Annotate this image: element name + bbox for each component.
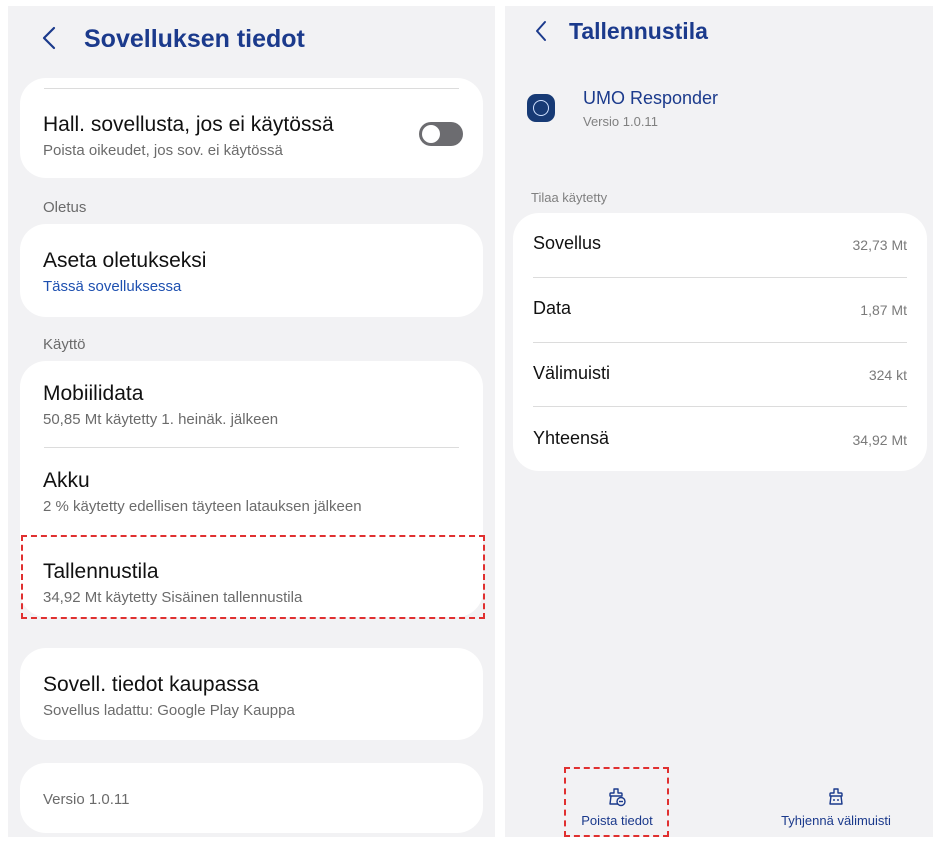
item-subtitle: Tässä sovelluksessa: [43, 278, 182, 295]
row-value-data: 1,87 Mt: [860, 302, 907, 318]
item-title: Aseta oletukseksi: [43, 249, 207, 272]
manage-unused-toggle[interactable]: [419, 122, 463, 146]
back-arrow-icon[interactable]: [535, 20, 547, 42]
clear-data-button[interactable]: Poista tiedot: [561, 787, 673, 828]
manage-app-card: Hall. sovellusta, jos ei käytössä Poista…: [20, 78, 483, 178]
store-info-item[interactable]: Sovell. tiedot kaupassa Sovellus ladattu…: [43, 672, 453, 721]
toggle-knob: [422, 125, 440, 143]
clear-data-icon: [609, 788, 626, 807]
app-icon-ring: [533, 100, 549, 116]
store-card: Sovell. tiedot kaupassa Sovellus ladattu…: [20, 648, 483, 740]
section-label-default: Oletus: [43, 199, 87, 216]
app-icon: [527, 94, 555, 122]
set-as-default-item[interactable]: Aseta oletukseksi Tässä sovelluksessa: [43, 248, 453, 297]
divider: [533, 406, 907, 407]
item-subtitle: 50,85 Mt käytetty 1. heinäk. jälkeen: [43, 411, 279, 428]
row-value-cache: 324 kt: [868, 367, 907, 383]
manage-unused-app-item[interactable]: Hall. sovellusta, jos ei käytössä Poista…: [43, 112, 403, 161]
row-label-data: Data: [533, 298, 572, 318]
page-title: Tallennustila: [569, 18, 708, 44]
divider: [533, 277, 907, 278]
default-card: Aseta oletukseksi Tässä sovelluksessa: [20, 224, 483, 317]
item-subtitle: Sovellus ladattu: Google Play Kauppa: [43, 702, 295, 719]
divider: [44, 447, 459, 448]
clear-cache-button[interactable]: Tyhjennä välimuisti: [759, 787, 913, 828]
item-title: Akku: [43, 469, 90, 492]
mobile-data-item[interactable]: Mobiilidata 50,85 Mt käytetty 1. heinäk.…: [43, 381, 453, 430]
row-label-cache: Välimuisti: [533, 363, 611, 383]
version-text: Versio 1.0.11: [43, 791, 130, 808]
clear-cache-icon: [829, 788, 843, 805]
back-arrow-icon[interactable]: [42, 26, 56, 50]
item-subtitle: 34,92 Mt käytetty Sisäinen tallennustila: [43, 589, 303, 606]
clear-data-label: Poista tiedot: [581, 813, 653, 828]
row-value-app: 32,73 Mt: [852, 237, 907, 253]
item-title: Hall. sovellusta, jos ei käytössä: [43, 113, 334, 136]
page-title: Sovelluksen tiedot: [84, 25, 305, 53]
item-title: Sovell. tiedot kaupassa: [43, 673, 259, 696]
row-value-total: 34,92 Mt: [852, 432, 907, 448]
item-title: Tallennustila: [43, 560, 159, 583]
row-label-total: Yhteensä: [533, 428, 610, 448]
section-label-usage: Käyttö: [43, 336, 86, 353]
clear-cache-label: Tyhjennä välimuisti: [781, 813, 891, 828]
section-label-used-space: Tilaa käytetty: [531, 190, 608, 205]
divider: [44, 88, 459, 89]
storage-breakdown-card: Sovellus 32,73 Mt Data 1,87 Mt Välimuist…: [513, 213, 927, 471]
battery-item[interactable]: Akku 2 % käytetty edellisen täyteen lata…: [43, 468, 453, 517]
version-card: Versio 1.0.11: [20, 763, 483, 833]
divider: [533, 342, 907, 343]
storage-screen: Tallennustila UMO Responder Versio 1.0.1…: [505, 6, 933, 837]
row-label-app: Sovellus: [533, 233, 602, 253]
app-name: UMO Responder: [583, 88, 719, 108]
item-title: Mobiilidata: [43, 382, 144, 405]
item-subtitle: Poista oikeudet, jos sov. ei käytössä: [43, 142, 283, 159]
usage-card: Mobiilidata 50,85 Mt käytetty 1. heinäk.…: [20, 361, 483, 617]
storage-item[interactable]: Tallennustila 34,92 Mt käytetty Sisäinen…: [43, 559, 453, 608]
app-info-screen: Sovelluksen tiedot Hall. sovellusta, jos…: [8, 6, 495, 837]
app-version: Versio 1.0.11: [583, 114, 658, 129]
item-subtitle: 2 % käytetty edellisen täyteen latauksen…: [43, 498, 362, 515]
